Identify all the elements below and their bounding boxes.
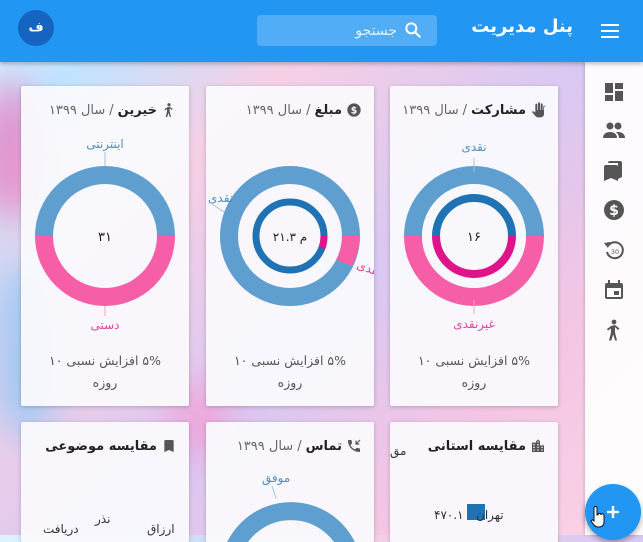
menu-icon <box>601 24 619 26</box>
card-header: مشارکت / سال ۱۳۹۹ <box>402 102 546 118</box>
topic-label: نذر <box>95 512 111 526</box>
label-internet: اینترنتی <box>86 137 124 152</box>
card-subtitle: سال ۱۳۹۹ <box>236 438 294 454</box>
center-value: ۱۶ <box>467 230 481 245</box>
card-subtitle-sep: / <box>109 102 114 118</box>
svg-text:30: 30 <box>611 248 619 256</box>
app-title: پنل مدیریت <box>471 16 573 37</box>
card-title: مقایسه موضوعی <box>45 438 157 454</box>
card-subtitle-sep: / <box>306 102 311 118</box>
chart-segment-manual <box>35 236 175 306</box>
card-subtitle: سال ۱۳۹۹ <box>48 102 106 118</box>
partial-label: مق <box>390 444 407 458</box>
label-manual: دستی <box>90 318 119 332</box>
chart-segment-success <box>227 502 355 542</box>
footer-line: ۵% افزایش نسبی ۱۰ <box>417 353 530 368</box>
card-title: خیرین <box>117 102 157 118</box>
center-value: ۲۱.۳ م <box>273 230 307 244</box>
topic-label: ارزاق <box>147 522 175 536</box>
participation-card: مشارکت / سال ۱۳۹۹ نقدی غیرنقدی ۱۶ ۵% افز… <box>390 86 558 406</box>
card-header: تماس / سال ۱۳۹۹ <box>237 438 362 454</box>
menu-icon <box>601 36 619 38</box>
card-subtitle-sep: / <box>462 102 468 118</box>
label-noncash: غیرنقدی <box>355 258 374 286</box>
avatar[interactable]: ف <box>18 10 54 46</box>
card-title: تماس <box>305 438 342 454</box>
calendar-icon[interactable] <box>602 278 626 302</box>
sidebar: $ 30 <box>585 62 643 535</box>
footer-line: روزه <box>461 375 487 390</box>
card-header: خیرین / سال ۱۳۹۹ <box>49 102 177 118</box>
footer-line: ۵% افزایش نسبی ۱۰ <box>233 353 346 368</box>
bar-label: تهران <box>476 508 504 522</box>
donors-card: خیرین / سال ۱۳۹۹ اینترنتی دستی ۳۱ ۵% افز… <box>21 86 189 406</box>
participation-donut-chart: نقدی غیرنقدی ۱۶ <box>404 140 544 332</box>
person-icon <box>164 103 173 117</box>
svg-text:$: $ <box>351 105 358 116</box>
card-subtitle: سال ۱۳۹۹ <box>245 102 303 118</box>
card-subtitle-sep: / <box>297 438 302 454</box>
card-title: مشارکت <box>471 102 526 118</box>
label-noncash: غیرنقدی <box>453 317 495 332</box>
dashboard-icon[interactable] <box>602 80 626 104</box>
topic-label: دریافت <box>43 522 79 536</box>
person-icon[interactable] <box>602 318 626 342</box>
topic-comparison-card: مقایسه موضوعی نذر دریافت ارزاق <box>21 422 189 542</box>
people-icon[interactable] <box>602 118 626 142</box>
donors-donut-chart: اینترنتی دستی ۳۱ <box>35 137 175 332</box>
label-cash: نقدی <box>461 140 486 154</box>
card-footer: ۵% افزایش نسبی ۱۰ روزه <box>206 350 374 394</box>
hand-icon <box>532 102 546 118</box>
replay-30-icon[interactable]: 30 <box>602 238 626 262</box>
chart-inner-noncash <box>318 235 328 250</box>
bookmark-icon <box>164 440 174 452</box>
center-value: ۳۱ <box>98 230 112 245</box>
footer-line: روزه <box>277 375 303 390</box>
province-comparison-card: مقایسه استانی مق تهران ۴۷۰.۱ <box>390 422 558 542</box>
card-header: مقایسه موضوعی <box>45 438 177 454</box>
svg-text:$: $ <box>609 203 619 219</box>
city-icon <box>532 439 544 452</box>
amount-card: $ مبلغ / سال ۱۳۹۹ نقدی غیرنقدی ۲۱.۳ م ۵%… <box>206 86 374 406</box>
contact-card: تماس / سال ۱۳۹۹ موفق <box>206 422 374 542</box>
bar-value: ۴۷۰.۱ <box>434 508 464 522</box>
hand-pointer-icon <box>590 506 605 528</box>
dollar-icon: $ <box>347 103 361 117</box>
search-box[interactable] <box>257 15 437 46</box>
card-header: مقایسه استانی <box>428 438 546 454</box>
label-success: موفق <box>262 471 290 486</box>
bookmarks-icon[interactable] <box>602 158 626 182</box>
amount-donut-chart: نقدی غیرنقدی ۲۱.۳ م <box>208 166 374 306</box>
card-footer: ۵% افزایش نسبی ۱۰ روزه <box>21 350 189 394</box>
menu-button[interactable] <box>597 18 623 44</box>
chart-segment-internet <box>35 166 175 236</box>
search-icon[interactable] <box>403 20 423 40</box>
phone-icon <box>348 439 361 452</box>
footer-line: ۵% افزایش نسبی ۱۰ <box>48 353 161 368</box>
dollar-icon[interactable]: $ <box>602 198 626 222</box>
card-header: $ مبلغ / سال ۱۳۹۹ <box>246 102 362 118</box>
search-input[interactable] <box>265 19 399 43</box>
card-title: مقایسه استانی <box>427 438 526 454</box>
contact-donut-chart: موفق <box>227 471 355 542</box>
footer-line: روزه <box>92 375 118 390</box>
app-header: پنل مدیریت ف <box>0 0 643 62</box>
add-button[interactable] <box>585 484 641 540</box>
menu-icon <box>601 30 619 32</box>
label-cash: نقدی <box>208 191 233 205</box>
card-subtitle: سال ۱۳۹۹ <box>402 102 459 118</box>
card-title: مبلغ <box>314 102 342 118</box>
card-footer: ۵% افزایش نسبی ۱۰ روزه <box>390 350 558 394</box>
